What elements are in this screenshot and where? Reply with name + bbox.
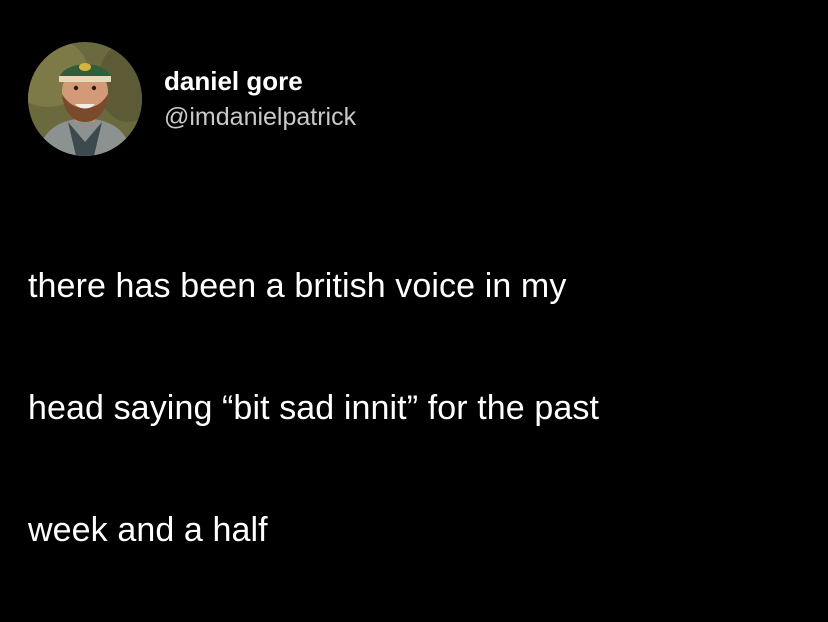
- tweet-text-line: head saying “bit sad innit” for the past: [28, 389, 599, 427]
- tweet-text-line: week and a half: [28, 511, 268, 549]
- tweet-text-line: there has been a british voice in my: [28, 267, 567, 305]
- avatar[interactable]: [28, 42, 142, 156]
- tweet-card: daniel gore @imdanielpatrick there has b…: [0, 0, 828, 549]
- display-name[interactable]: daniel gore: [164, 65, 356, 97]
- user-handle[interactable]: @imdanielpatrick: [164, 101, 356, 133]
- tweet-text: there has been a british voice in my hea…: [28, 195, 808, 622]
- tweet-header: daniel gore @imdanielpatrick: [28, 42, 356, 156]
- avatar-photo-icon: [28, 42, 142, 156]
- author-names: daniel gore @imdanielpatrick: [164, 65, 356, 133]
